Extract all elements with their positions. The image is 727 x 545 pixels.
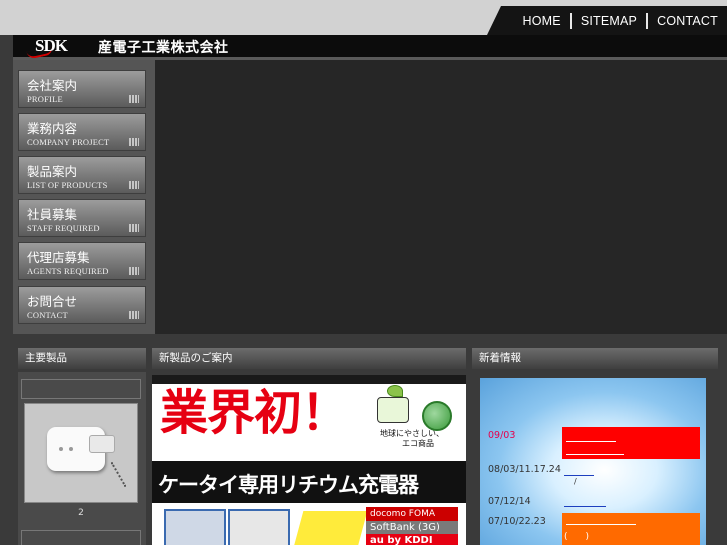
globe-icon [422, 401, 452, 431]
charger-device-image [47, 427, 115, 471]
carrier-softbank: SoftBank (3G) [366, 521, 458, 534]
menu-label-en: CONTACT [27, 310, 68, 320]
banner-subheadline: ケータイ専用リチウム充電器 [158, 473, 419, 497]
yellow-arrow-graphic [292, 511, 368, 545]
new-product-banner[interactable]: 業界初！ 地球にやさしい、 エコ商品 ケータイ専用リチウム充電器 docomo … [152, 375, 466, 545]
company-name: 産電子工業株式会社 [98, 40, 229, 56]
news-item-highlight[interactable] [562, 427, 700, 459]
bars-icon [129, 267, 139, 275]
nav-contact-link[interactable]: CONTACT [648, 14, 727, 28]
top-navigation: HOME SITEMAP CONTACT [487, 6, 727, 35]
menu-label-en: AGENTS REQUIRED [27, 266, 109, 276]
carrier-docomo: docomo FOMA [366, 507, 458, 521]
bars-icon [129, 138, 139, 146]
section-header-new-products: 新製品のご案内 [152, 348, 466, 369]
menu-label-en: LIST OF PRODUCTS [27, 180, 108, 190]
news-date: 07/10/22.23 [488, 516, 546, 527]
site-header: SDK 産電子工業株式会社 [13, 35, 727, 60]
plug-icon [89, 435, 115, 453]
menu-label-ja: 会社案内 [27, 78, 78, 93]
sidebar-item-contact[interactable]: お問合せ CONTACT [18, 286, 146, 324]
product-thumbnail[interactable] [24, 403, 138, 503]
sprout-icon [387, 385, 403, 397]
eco-line-2: エコ商品 [402, 438, 434, 448]
menu-label-ja: 業務内容 [27, 121, 78, 136]
news-panel: 09/03 08/03/11.17.24 / 07/12/14 07/10/22… [480, 378, 706, 545]
menu-label-ja: 社員募集 [27, 207, 78, 222]
banner-top-bar [152, 375, 466, 384]
section-header-news: 新着情報 [472, 348, 718, 369]
site-logo[interactable]: SDK [35, 36, 68, 56]
news-link-underline [566, 441, 616, 442]
bars-icon [129, 181, 139, 189]
menu-label-en: STAFF REQUIRED [27, 223, 100, 233]
bars-icon [129, 224, 139, 232]
sidebar-item-profile[interactable]: 会社案内 PROFILE [18, 70, 146, 108]
carrier-au: au by KDDI CDMA [366, 534, 458, 545]
news-date: 08/03/11.17.24 [488, 464, 561, 475]
news-link-underline[interactable] [564, 506, 606, 507]
product-frame-top [21, 379, 141, 399]
banner-headline: 業界初！ [160, 385, 349, 441]
news-link-underline [566, 454, 624, 455]
eco-caption: 地球にやさしい、 エコ商品 [380, 429, 444, 448]
section-header-main-products: 主要製品 [18, 348, 146, 369]
phone-photo-2 [228, 509, 290, 545]
main-visual-area [155, 60, 727, 334]
sidebar-item-agents[interactable]: 代理店募集 AGENTS REQUIRED [18, 242, 146, 280]
news-separator: / [574, 477, 577, 486]
eco-mascot-icon [377, 397, 409, 423]
menu-label-ja: 代理店募集 [27, 250, 90, 265]
news-date: 07/12/14 [488, 496, 531, 507]
sidebar-item-products[interactable]: 製品案内 LIST OF PRODUCTS [18, 156, 146, 194]
news-item-highlight[interactable]: ( ) [562, 513, 700, 545]
sidebar-item-company-project[interactable]: 業務内容 COMPANY PROJECT [18, 113, 146, 151]
eco-line-1: 地球にやさしい、 [380, 429, 444, 438]
phone-photo-1 [164, 509, 226, 545]
menu-label-ja: お問合せ [27, 294, 78, 309]
menu-label-ja: 製品案内 [27, 164, 78, 179]
news-parenthesis: ( ) [564, 532, 590, 542]
menu-label-en: PROFILE [27, 94, 63, 104]
news-link-underline[interactable] [564, 475, 594, 476]
indicator-dot [59, 447, 63, 451]
bars-icon [129, 311, 139, 319]
product-caption: 2 [78, 508, 84, 518]
news-link-underline [566, 524, 636, 525]
menu-label-en: COMPANY PROJECT [27, 137, 110, 147]
news-date: 09/03 [488, 430, 516, 441]
sidebar-item-staff[interactable]: 社員募集 STAFF REQUIRED [18, 199, 146, 237]
bars-icon [129, 95, 139, 103]
nav-sitemap-link[interactable]: SITEMAP [572, 14, 646, 28]
indicator-dot [69, 447, 73, 451]
nav-home-link[interactable]: HOME [514, 14, 570, 28]
product-frame-next [21, 530, 141, 545]
